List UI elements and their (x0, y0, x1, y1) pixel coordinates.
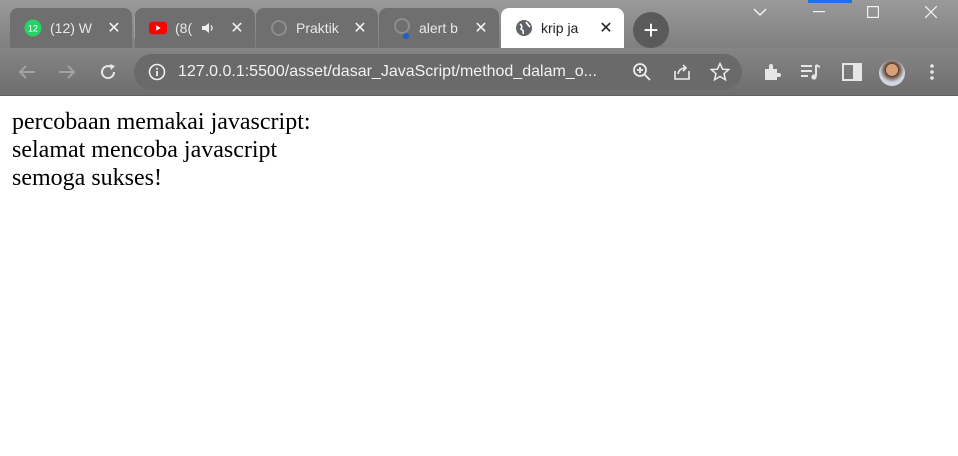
tab-praktik[interactable]: Praktik ✕ (256, 8, 378, 48)
close-tab-icon[interactable]: ✕ (350, 18, 370, 38)
forward-icon[interactable] (55, 60, 79, 84)
tab-whatsapp[interactable]: 12 (12) W ✕ (10, 8, 132, 48)
tab-label: krip ja (541, 20, 579, 36)
media-control-icon[interactable] (799, 60, 823, 84)
tab-label: (12) W (50, 20, 92, 36)
tab-youtube[interactable]: (8( ✕ (135, 8, 255, 48)
tab-label: alert b (419, 20, 458, 36)
close-tab-icon[interactable]: ✕ (471, 18, 491, 38)
maximize-icon[interactable] (858, 0, 888, 24)
close-tab-icon[interactable]: ✕ (596, 18, 616, 38)
tab-alert[interactable]: alert b ✕ (379, 8, 499, 48)
side-panel-icon[interactable] (840, 60, 864, 84)
site-info-icon[interactable] (148, 63, 166, 86)
new-tab-button[interactable]: + (633, 12, 669, 48)
url-text: 127.0.0.1:5500/asset/dasar_JavaScript/me… (178, 63, 597, 80)
menu-icon[interactable] (920, 60, 944, 84)
svg-text:12: 12 (28, 24, 38, 34)
globe-icon (515, 19, 533, 37)
tab-strip: 12 (12) W ✕ (8( ✕ Praktik ✕ alert b ✕ kr… (0, 0, 958, 48)
profile-avatar[interactable] (879, 60, 905, 86)
browser-toolbar: 127.0.0.1:5500/asset/dasar_JavaScript/me… (0, 48, 958, 96)
tab-label: Praktik (296, 20, 339, 36)
close-window-icon[interactable] (916, 0, 946, 24)
tab-label: (8( (175, 20, 193, 36)
close-tab-icon[interactable]: ✕ (227, 18, 247, 38)
tab-search-icon[interactable] (748, 0, 772, 24)
content-line: percobaan memakai javascript: (12, 109, 311, 135)
loading-icon (393, 18, 411, 39)
bookmark-star-icon[interactable] (709, 61, 731, 87)
loading-icon (270, 19, 288, 37)
back-icon[interactable] (15, 60, 39, 84)
share-icon[interactable] (672, 62, 692, 87)
close-tab-icon[interactable]: ✕ (104, 18, 124, 38)
address-bar[interactable]: 127.0.0.1:5500/asset/dasar_JavaScript/me… (134, 54, 742, 90)
speaker-icon[interactable] (201, 19, 215, 37)
content-line: selamat mencoba javascript (12, 137, 278, 163)
whatsapp-icon: 12 (24, 19, 42, 37)
reload-icon[interactable] (96, 60, 120, 84)
page-content: percobaan memakai javascript: selamat me… (12, 108, 311, 192)
content-line: semoga sukses! (12, 165, 162, 191)
zoom-icon[interactable] (632, 62, 652, 87)
youtube-icon (149, 19, 167, 37)
minimize-icon[interactable] (804, 0, 834, 24)
extensions-icon[interactable] (760, 60, 784, 84)
tab-krip-ja[interactable]: krip ja ✕ (501, 8, 624, 48)
